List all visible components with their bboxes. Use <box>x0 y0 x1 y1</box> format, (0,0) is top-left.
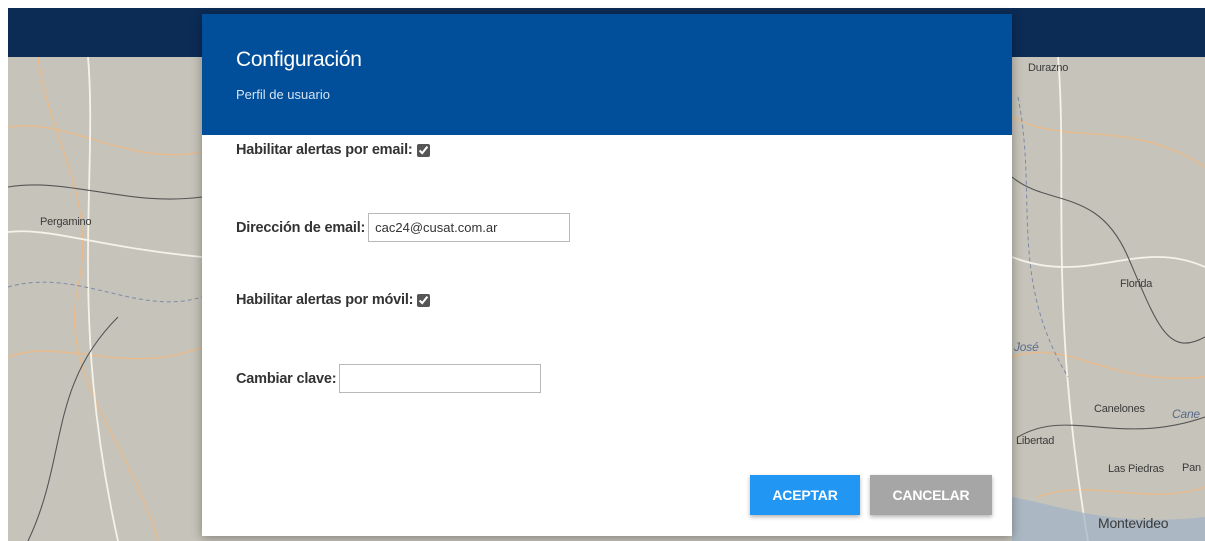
email-address-row: Dirección de email: <box>236 213 571 242</box>
map-label-canelones: Canelones <box>1094 403 1145 415</box>
map-label-libertad: Libertad <box>1016 435 1055 447</box>
map-label-canelones-partial: Cane <box>1172 407 1200 421</box>
cancel-button[interactable]: CANCELAR <box>870 475 992 515</box>
email-alerts-checkbox[interactable] <box>416 143 430 157</box>
email-alerts-label: Habilitar alertas por email: <box>236 142 413 158</box>
dialog-title: Configuración <box>236 48 362 71</box>
email-address-field[interactable] <box>368 213 571 242</box>
map-label-florida: Florida <box>1120 278 1153 290</box>
map-label-montevideo: Montevideo <box>1098 515 1169 531</box>
mobile-alerts-checkbox[interactable] <box>417 293 431 307</box>
mobile-alerts-label: Habilitar alertas por móvil: <box>236 292 414 308</box>
mobile-alerts-row: Habilitar alertas por móvil: <box>236 292 431 308</box>
map-label-jose: José <box>1014 340 1039 354</box>
change-password-row: Cambiar clave: <box>236 364 542 393</box>
settings-dialog: Configuración Perfil de usuario Habilita… <box>202 14 1012 536</box>
accept-button[interactable]: ACEPTAR <box>750 475 860 515</box>
email-address-label: Dirección de email: <box>236 219 366 236</box>
email-alerts-row: Habilitar alertas por email: <box>236 142 430 158</box>
dialog-header: Configuración Perfil de usuario <box>202 14 1012 135</box>
map-label-pando-partial: Pan <box>1182 462 1201 474</box>
dialog-subtitle: Perfil de usuario <box>236 87 330 102</box>
change-password-field[interactable] <box>339 364 542 393</box>
map-label-las-piedras: Las Piedras <box>1108 463 1164 475</box>
map-label-durazno: Durazno <box>1028 62 1069 74</box>
map-label-pergamino: Pergamino <box>40 216 92 228</box>
change-password-label: Cambiar clave: <box>236 370 337 387</box>
